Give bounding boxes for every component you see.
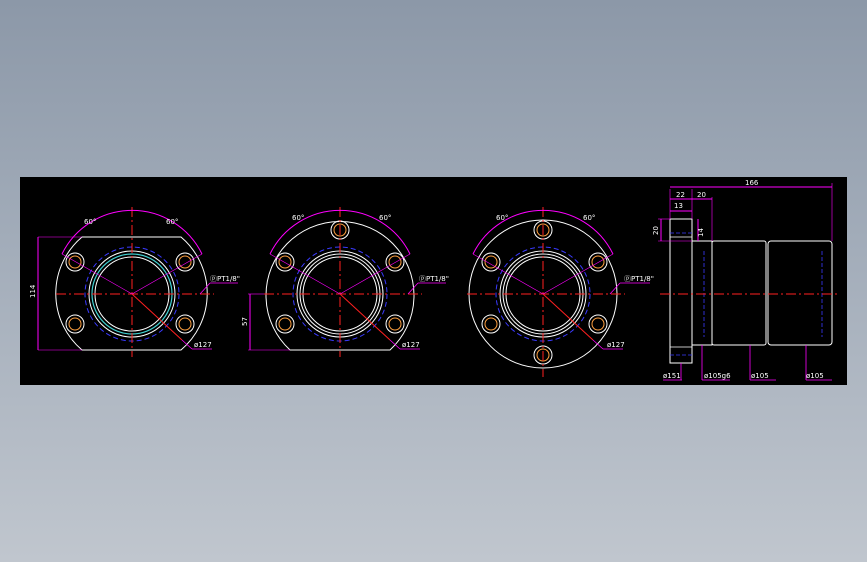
step-13-label: 13 (674, 202, 683, 210)
height-20-label: 20 (652, 226, 660, 235)
bolt-circle-label: ø127 (402, 341, 420, 349)
angle-left-label: 60° (496, 214, 508, 222)
overall-length-label: 166 (745, 179, 759, 187)
pipe-thread-label: ⓟPT1/8" (624, 275, 654, 283)
height-dimension-label: 114 (29, 284, 37, 298)
cad-drawing-canvas: 60° 60° 114 ⓟPT1/8" ø127 60° 60° 57 ⓟPT1… (20, 177, 847, 385)
bolt-circle-label: ø127 (607, 341, 625, 349)
angle-left-label: 60° (292, 214, 304, 222)
pilot-diameter-label: ø105g6 (704, 372, 731, 380)
angle-right-label: 60° (166, 218, 178, 226)
flange-diameter-label: ø151 (663, 372, 681, 380)
pipe-thread-label: ⓟPT1/8" (419, 275, 449, 283)
height-dimension-label: 57 (241, 317, 249, 326)
body-diameter-1-label: ø105 (751, 372, 769, 380)
depth-14-label: 14 (697, 228, 705, 237)
bolt-circle-label: ø127 (194, 341, 212, 349)
flange-offset-label: 22 (676, 191, 685, 199)
body-diameter-2-label: ø105 (806, 372, 824, 380)
angle-right-label: 60° (379, 214, 391, 222)
cad-drawing: 60° 60° 114 ⓟPT1/8" ø127 60° 60° 57 ⓟPT1… (20, 177, 847, 385)
angle-left-label: 60° (84, 218, 96, 226)
flange-thickness-label: 20 (697, 191, 706, 199)
pipe-thread-label: ⓟPT1/8" (210, 275, 240, 283)
angle-right-label: 60° (583, 214, 595, 222)
